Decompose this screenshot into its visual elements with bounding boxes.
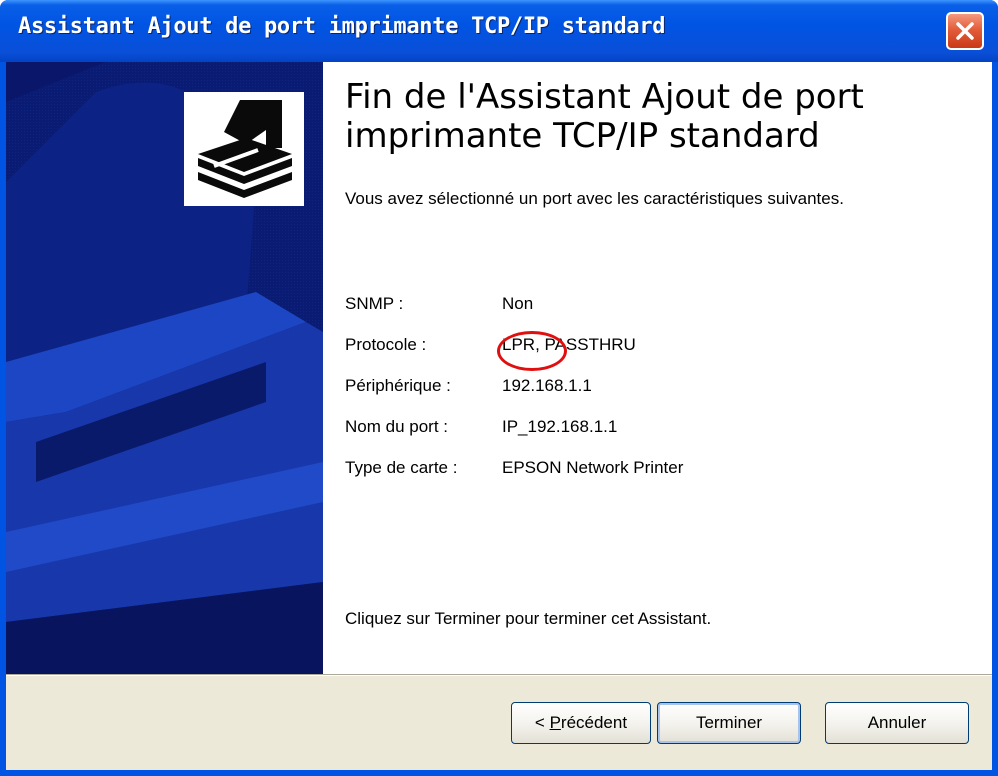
finish-button-label: Terminer (695, 713, 763, 732)
footer-separator (6, 674, 992, 676)
detail-value: 192.168.1.1 (502, 376, 592, 395)
close-button[interactable] (946, 12, 984, 50)
back-button-prefix: < (534, 713, 550, 732)
highlight-annotation-circle (497, 331, 567, 371)
title-bar[interactable]: Assistant Ajout de port imprimante TCP/I… (0, 0, 998, 62)
detail-value: EPSON Network Printer (502, 458, 684, 477)
wizard-banner (6, 62, 323, 674)
detail-label: Nom du port : (345, 417, 448, 436)
back-button-label: récédent (560, 713, 628, 732)
printer-port-icon (184, 92, 304, 206)
dialog-client-area: Fin de l'Assistant Ajout de port imprima… (6, 62, 992, 770)
finish-button[interactable]: Terminer (657, 702, 801, 744)
detail-label: SNMP : (345, 294, 404, 313)
intro-text: Vous avez sélectionné un port avec les c… (345, 189, 844, 208)
back-button[interactable]: < Précédent (511, 702, 651, 744)
page-title: Fin de l'Assistant Ajout de port imprima… (345, 77, 864, 156)
detail-value: IP_192.168.1.1 (502, 417, 618, 436)
close-icon (956, 22, 974, 40)
finish-instructions: Cliquez sur Terminer pour terminer cet A… (345, 609, 712, 628)
detail-label: Type de carte : (345, 458, 458, 477)
wizard-window: Assistant Ajout de port imprimante TCP/I… (0, 0, 998, 776)
wizard-content: Fin de l'Assistant Ajout de port imprima… (323, 62, 992, 674)
detail-value: Non (502, 294, 534, 313)
cancel-button-label: Annuler (867, 713, 927, 732)
back-button-mnemonic: P (549, 713, 561, 732)
cancel-button[interactable]: Annuler (825, 702, 969, 744)
window-title: Assistant Ajout de port imprimante TCP/I… (18, 14, 666, 39)
detail-label: Périphérique : (345, 376, 451, 395)
detail-label: Protocole : (345, 335, 427, 354)
